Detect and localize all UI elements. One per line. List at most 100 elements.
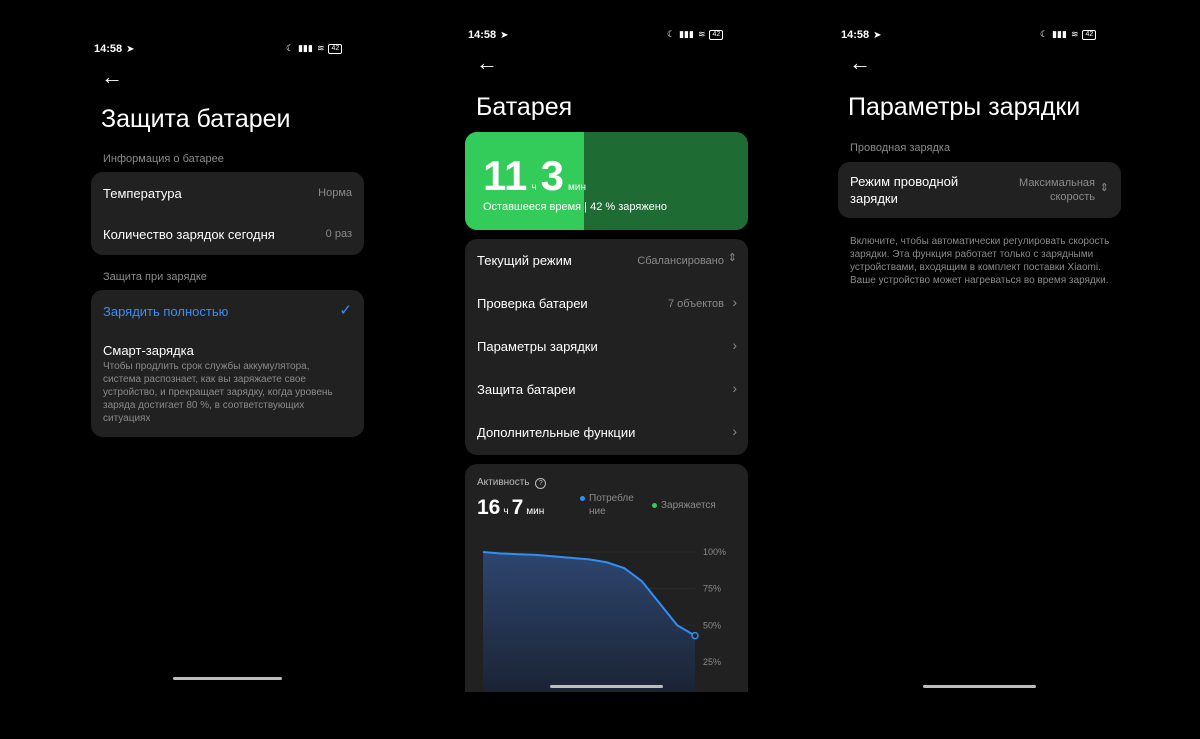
legend-dot-blue [580, 496, 585, 501]
menu-label: Проверка батареи [477, 296, 588, 311]
battery-icon: 42 [328, 43, 343, 54]
charges-label: Количество зарядок сегодня [103, 227, 275, 242]
page-title: Параметры зарядки [848, 93, 1081, 121]
minutes-value: 3 [540, 152, 564, 199]
signal-icon: ▮▮▮ [679, 29, 694, 39]
minutes-unit: мин [567, 182, 586, 193]
y-tick-label: 25% [703, 657, 721, 667]
telegram-icon: ➤ [873, 30, 882, 41]
section-wired-charging: Проводная зарядка [850, 142, 951, 154]
menu-battery-check[interactable]: Проверка батареи 7 объектов › [465, 282, 748, 325]
menu-value: 7 объектов [667, 298, 724, 310]
current-point [691, 631, 699, 640]
signal-icon: ▮▮▮ [298, 43, 313, 53]
y-tick-label: 75% [703, 584, 721, 594]
battery-menu-card: Текущий режим Сбалансировано ⇕ Проверка … [465, 239, 748, 455]
act-minutes-unit: мин [526, 506, 545, 517]
wifi-icon: ≋ [1070, 29, 1079, 39]
home-indicator[interactable] [550, 685, 663, 688]
consumption-area [483, 552, 695, 692]
status-time: 14:58 [468, 29, 497, 41]
chevron-right-icon: › [732, 337, 737, 353]
legend-dot-green [652, 503, 657, 508]
charges-value: 0 раз [325, 228, 352, 240]
option-smart-charge[interactable]: Смарт-зарядка Чтобы продлить срок службы… [91, 334, 364, 434]
updown-icon: ⇕ [1099, 182, 1109, 194]
activity-label: Активность ? [477, 477, 547, 489]
activity-time: 16 ч 7 мин [477, 496, 544, 520]
moon-icon: ☾ [286, 43, 295, 53]
smart-charge-desc: Чтобы продлить срок службы аккумулятора,… [103, 361, 333, 424]
menu-label: Текущий режим [477, 253, 572, 268]
menu-label: Защита батареи [477, 382, 576, 397]
telegram-icon: ➤ [126, 44, 135, 55]
wired-charging-mode-row[interactable]: Режим проводной зарядки Максимальная ско… [838, 162, 1121, 218]
telegram-icon: ➤ [500, 30, 509, 41]
act-hours: 16 [477, 496, 501, 519]
legend-charging-text: Заряжается [661, 500, 716, 511]
status-icons: ☾ ▮▮▮ ≋ 42 [286, 43, 343, 54]
hours-unit: ч [531, 182, 537, 193]
page-title: Батарея [476, 93, 573, 121]
mode-label: Режим проводной зарядки [850, 174, 959, 206]
wifi-icon: ≋ [697, 29, 706, 39]
hours-value: 11 [483, 152, 528, 199]
updown-icon: ⇕ [727, 252, 737, 264]
status-time: 14:58 [94, 43, 123, 55]
status-bar: 14:58 ➤ [468, 29, 509, 41]
full-charge-label: Зарядить полностью [103, 304, 229, 319]
menu-label: Дополнительные функции [477, 425, 636, 440]
y-tick-label: 50% [703, 620, 721, 630]
status-icons: ☾ ▮▮▮ ≋ 42 [667, 29, 724, 40]
page-title: Защита батареи [101, 105, 291, 133]
charging-protection-card: Зарядить полностью ✓ Смарт-зарядка Чтобы… [91, 290, 364, 437]
battery-icon: 42 [1082, 29, 1097, 40]
back-arrow-icon[interactable]: ← [849, 52, 871, 74]
check-icon: ✓ [339, 302, 352, 319]
moon-icon: ☾ [667, 29, 676, 39]
chevron-right-icon: › [732, 380, 737, 396]
menu-value: Сбалансировано [637, 255, 724, 267]
battery-icon: 42 [709, 29, 724, 40]
back-arrow-icon[interactable]: ← [101, 66, 123, 88]
help-icon[interactable]: ? [535, 478, 547, 489]
temperature-value: Норма [318, 187, 352, 199]
status-icons: ☾ ▮▮▮ ≋ 42 [1040, 29, 1097, 40]
menu-label: Параметры зарядки [477, 339, 598, 354]
battery-info-card: Температура Норма Количество зарядок сег… [91, 172, 364, 255]
status-time: 14:58 [841, 29, 870, 41]
act-hours-unit: ч [503, 506, 509, 517]
wifi-icon: ≋ [316, 43, 325, 53]
y-tick-label: 100% [703, 547, 726, 557]
smart-charge-title: Смарт-зарядка [103, 343, 194, 358]
act-minutes: 7 [511, 496, 524, 519]
home-indicator[interactable] [923, 685, 1036, 688]
temperature-label: Температура [103, 186, 182, 201]
chevron-right-icon: › [732, 294, 737, 310]
legend-consumption-text: Потребле ние [589, 493, 634, 517]
legend-consumption: Потребле ние [580, 492, 637, 518]
remaining-caption: Оставшееся время | 42 % заряжено [483, 201, 667, 213]
remaining-time: 11 ч 3 мин [483, 152, 586, 200]
wired-charging-desc: Включите, чтобы автоматически регулирова… [850, 236, 1110, 286]
battery-status-card: 11 ч 3 мин Оставшееся время | 42 % заряж… [465, 132, 748, 230]
back-arrow-icon[interactable]: ← [476, 52, 498, 74]
menu-battery-protection[interactable]: Защита батареи › [465, 368, 748, 411]
chevron-right-icon: › [732, 423, 737, 439]
option-full-charge[interactable]: Зарядить полностью ✓ [91, 290, 364, 332]
section-battery-info: Информация о батарее [103, 153, 224, 165]
activity-title: Активность [477, 477, 530, 488]
signal-icon: ▮▮▮ [1052, 29, 1067, 39]
status-bar: 14:58 ➤ [841, 29, 882, 41]
activity-card: Активность ? 16 ч 7 мин Потребле ние Зар… [465, 464, 748, 692]
activity-chart: 100% 75% 50% 25% [482, 547, 726, 692]
home-indicator[interactable] [173, 677, 282, 680]
menu-charging-params[interactable]: Параметры зарядки › [465, 325, 748, 368]
menu-extra-functions[interactable]: Дополнительные функции › [465, 411, 748, 454]
legend-charging: Заряжается [652, 500, 716, 511]
mode-value: Максимальная скорость [1019, 177, 1095, 203]
menu-current-mode[interactable]: Текущий режим Сбалансировано ⇕ [465, 239, 748, 282]
status-bar: 14:58 ➤ [94, 43, 135, 55]
moon-icon: ☾ [1040, 29, 1049, 39]
section-charging-protection: Защита при зарядке [103, 271, 207, 283]
